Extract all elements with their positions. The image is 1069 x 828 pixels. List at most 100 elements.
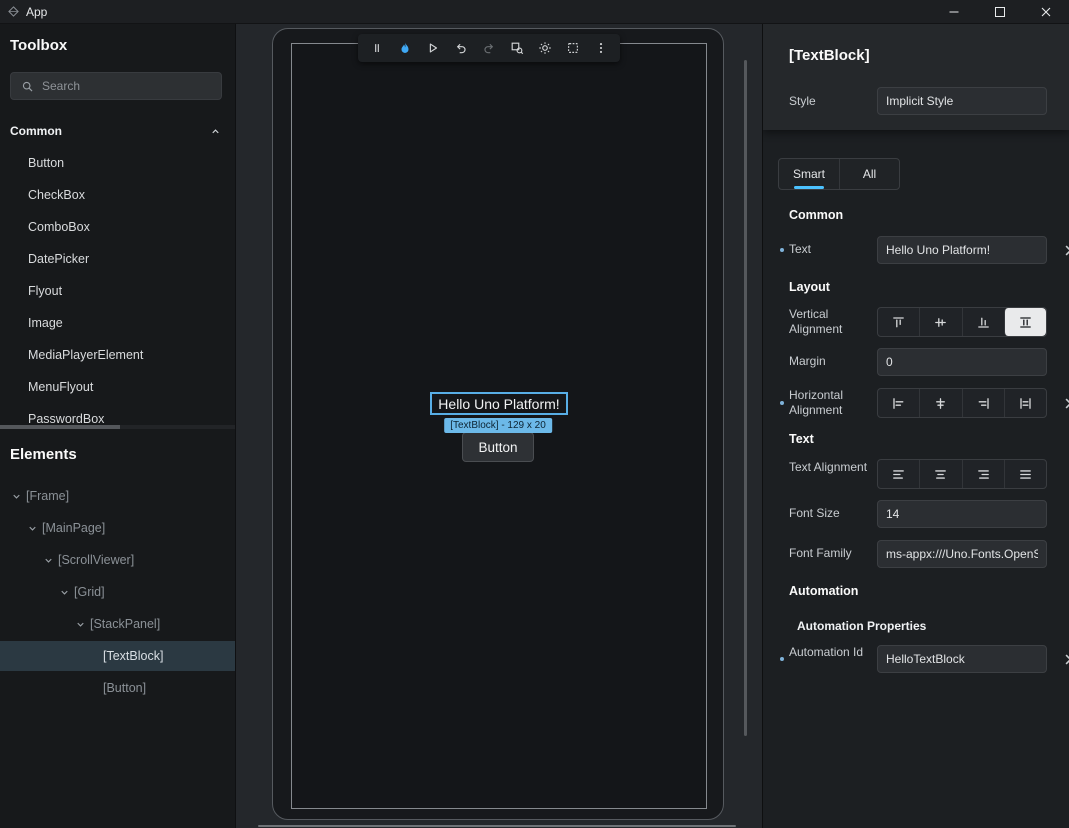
toolbox-item-label: Flyout [28, 284, 62, 298]
tree-item-label: [ScrollViewer] [58, 553, 134, 567]
undo-icon[interactable] [447, 35, 475, 61]
font-family-input[interactable] [877, 540, 1047, 568]
stretch-vertical-icon [1018, 315, 1033, 330]
close-button[interactable] [1023, 0, 1069, 24]
app-title: App [26, 5, 47, 19]
reset-automation-id-icon[interactable] [1062, 651, 1069, 667]
tab-all[interactable]: All [839, 159, 899, 189]
textblock-text: Hello Uno Platform! [438, 396, 559, 412]
window-controls [931, 0, 1069, 24]
text-align-right-button[interactable] [962, 460, 1004, 488]
horizontal-alignment-label: Horizontal Alignment [789, 388, 871, 418]
hot-reload-flame-icon[interactable] [391, 35, 419, 61]
valign-center-button[interactable] [919, 308, 961, 336]
toolbox-item-menuflyout[interactable]: MenuFlyout [0, 373, 235, 401]
elements-title: Elements [10, 447, 77, 463]
margin-label: Margin [789, 354, 871, 369]
properties-tabs: Smart All [778, 158, 900, 190]
halign-stretch-button[interactable] [1004, 389, 1046, 417]
scrollbar-thumb[interactable] [0, 425, 120, 429]
toolbox-item-checkbox[interactable]: CheckBox [0, 181, 235, 209]
app-logo-icon [8, 6, 19, 17]
text-align-justify-button[interactable] [1004, 460, 1046, 488]
play-icon[interactable] [419, 35, 447, 61]
more-options-icon[interactable] [587, 35, 615, 61]
toolbox-title: Toolbox [10, 38, 67, 54]
tree-item-mainpage[interactable]: [MainPage] [0, 513, 235, 543]
align-left-icon [891, 396, 906, 411]
tree-item-textblock[interactable]: [TextBlock] [0, 641, 235, 671]
margin-input[interactable] [877, 348, 1047, 376]
tree-item-label: [TextBlock] [103, 649, 163, 663]
search-input[interactable] [42, 79, 211, 93]
tree-item-label: [StackPanel] [90, 617, 160, 631]
drag-handle-icon[interactable] [363, 35, 391, 61]
align-bottom-icon [976, 315, 991, 330]
canvas-vertical-scrollbar[interactable] [744, 60, 747, 736]
minimize-button[interactable] [931, 0, 977, 24]
maximize-button[interactable] [977, 0, 1023, 24]
toolbox-item-flyout[interactable]: Flyout [0, 277, 235, 305]
toolbox-item-mediaplayerelement[interactable]: MediaPlayerElement [0, 341, 235, 369]
font-size-input[interactable] [877, 500, 1047, 528]
modified-indicator-dot [780, 248, 784, 252]
tree-item-grid[interactable]: [Grid] [0, 577, 235, 607]
tree-item-label: [Grid] [74, 585, 105, 599]
toolbox-item-label: ComboBox [28, 220, 90, 234]
search-box[interactable] [10, 72, 222, 100]
tab-all-label: All [863, 167, 876, 181]
automation-id-label: Automation Id [789, 645, 871, 660]
chevron-down-icon[interactable] [72, 619, 88, 630]
halign-center-button[interactable] [919, 389, 961, 417]
section-text: Text [789, 432, 814, 446]
reset-horizontal-alignment-icon[interactable] [1062, 395, 1069, 411]
toolbox-item-button[interactable]: Button [0, 149, 235, 177]
text-align-right-icon [976, 467, 991, 482]
text-align-justify-icon [1018, 467, 1033, 482]
valign-top-button[interactable] [878, 308, 919, 336]
halign-right-button[interactable] [962, 389, 1004, 417]
automation-id-input[interactable] [877, 645, 1047, 673]
text-align-center-button[interactable] [919, 460, 961, 488]
chevron-down-icon[interactable] [56, 587, 72, 598]
tree-item-button[interactable]: [Button] [0, 673, 235, 703]
chevron-down-icon[interactable] [40, 555, 56, 566]
toolbox-item-label: MediaPlayerElement [28, 348, 143, 362]
design-canvas[interactable]: Hello Uno Platform! [TextBlock] - 129 x … [236, 24, 762, 828]
toolbox-item-datepicker[interactable]: DatePicker [0, 245, 235, 273]
modified-indicator-dot [780, 657, 784, 661]
horizontal-alignment-group [877, 388, 1047, 418]
canvas-button[interactable]: Button [462, 432, 534, 462]
style-input[interactable] [877, 87, 1047, 115]
text-align-left-icon [891, 467, 906, 482]
chevron-down-icon[interactable] [24, 523, 40, 534]
tree-item-scrollviewer[interactable]: [ScrollViewer] [0, 545, 235, 575]
redo-icon[interactable] [475, 35, 503, 61]
inspect-element-icon[interactable] [503, 35, 531, 61]
valign-bottom-button[interactable] [962, 308, 1004, 336]
theme-toggle-icon[interactable] [531, 35, 559, 61]
canvas-horizontal-scrollbar[interactable] [258, 825, 736, 827]
text-align-left-button[interactable] [878, 460, 919, 488]
toolbox-section-common[interactable]: Common [0, 119, 235, 143]
selection-outline-icon[interactable] [559, 35, 587, 61]
chevron-down-icon[interactable] [8, 491, 24, 502]
modified-indicator-dot [780, 401, 784, 405]
toolbox-scrollbar[interactable] [0, 425, 235, 429]
halign-left-button[interactable] [878, 389, 919, 417]
tree-item-label: [Button] [103, 681, 146, 695]
tab-smart[interactable]: Smart [779, 159, 839, 189]
tree-item-frame[interactable]: [Frame] [0, 481, 235, 511]
align-right-icon [976, 396, 991, 411]
reset-text-icon[interactable] [1062, 242, 1069, 258]
section-common: Common [789, 208, 843, 222]
style-label: Style [789, 94, 871, 109]
designer-toolbar [358, 34, 620, 62]
text-input[interactable] [877, 236, 1047, 264]
tree-item-stackpanel[interactable]: [StackPanel] [0, 609, 235, 639]
text-label: Text [789, 242, 871, 257]
selected-textblock[interactable]: Hello Uno Platform! [430, 392, 568, 415]
toolbox-item-combobox[interactable]: ComboBox [0, 213, 235, 241]
toolbox-item-image[interactable]: Image [0, 309, 235, 337]
valign-stretch-button[interactable] [1004, 308, 1046, 336]
